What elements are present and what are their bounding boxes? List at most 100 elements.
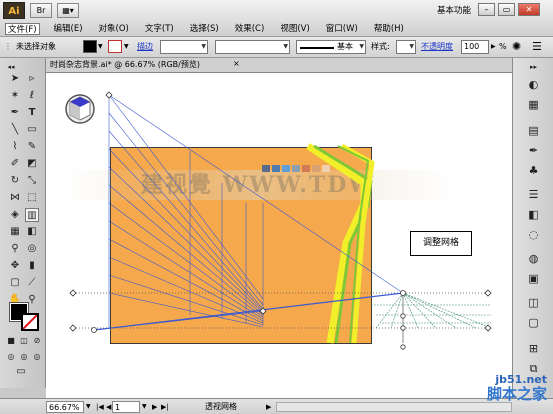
shape-builder-icon[interactable]: ◈ bbox=[8, 208, 22, 222]
bridge-button[interactable]: Br bbox=[30, 3, 52, 18]
menu-view[interactable]: 视图(V) bbox=[278, 23, 311, 35]
stroke-panel-icon[interactable]: ☰ bbox=[526, 188, 541, 202]
swatches-icon[interactable]: ▤ bbox=[526, 124, 541, 138]
zoom-field[interactable]: 66.67% bbox=[46, 401, 84, 413]
gradient-mode-icon[interactable]: ◫ bbox=[17, 334, 31, 348]
horizontal-scrollbar[interactable] bbox=[276, 402, 512, 412]
status-menu-icon[interactable]: ▶ bbox=[266, 401, 271, 413]
rectangle-icon[interactable]: ▭ bbox=[25, 123, 39, 137]
color-mode-icon[interactable]: ■ bbox=[4, 334, 18, 348]
screen-mode-icon[interactable]: ▭ bbox=[14, 365, 28, 379]
color-panel-icon[interactable]: ◐ bbox=[526, 78, 541, 92]
menu-effect[interactable]: 效果(C) bbox=[233, 23, 267, 35]
fill-dropdown-icon[interactable]: ▼ bbox=[98, 40, 103, 54]
width-icon[interactable]: ⋈ bbox=[8, 191, 22, 205]
menu-window[interactable]: 窗口(W) bbox=[324, 23, 360, 35]
blob-brush-icon[interactable]: ✐ bbox=[8, 157, 22, 171]
fill-swatch[interactable] bbox=[83, 40, 97, 53]
close-tab-icon[interactable]: × bbox=[233, 59, 240, 68]
recolor-artwork-icon[interactable]: ✺ bbox=[512, 40, 521, 54]
slice-icon[interactable]: ⟋ bbox=[25, 276, 39, 290]
pencil-icon[interactable]: ✎ bbox=[25, 140, 39, 154]
status-text: 透视网格 bbox=[205, 402, 237, 411]
color-chip bbox=[272, 165, 280, 172]
restore-button[interactable]: ▭ bbox=[498, 3, 515, 16]
align-icon[interactable]: ⊞ bbox=[526, 342, 541, 356]
artboard-number-field[interactable]: 1 bbox=[112, 401, 140, 413]
transparency-icon[interactable]: ◌ bbox=[526, 228, 541, 242]
menu-type[interactable]: 文字(T) bbox=[143, 23, 176, 35]
opacity-link[interactable]: 不透明度 bbox=[421, 40, 453, 54]
menu-edit[interactable]: 编辑(E) bbox=[52, 23, 85, 35]
status-bar: 66.67% ▼ |◀ ◀ 1 ▼ ▶ ▶| 透视网格 ▶ jb51.net 脚… bbox=[0, 374, 553, 414]
symbols-icon[interactable]: ♣ bbox=[526, 164, 541, 178]
color-guide-icon[interactable]: ▦ bbox=[526, 98, 541, 112]
expand-panels-icon[interactable]: ▸▸ bbox=[526, 60, 541, 74]
blend-icon[interactable]: ◎ bbox=[25, 242, 39, 256]
last-artboard-icon[interactable]: ▶| bbox=[161, 401, 169, 413]
paintbrush-icon[interactable]: ⌇ bbox=[8, 140, 22, 154]
layers-icon[interactable]: ◫ bbox=[526, 296, 541, 310]
menu-file[interactable]: 文件(F) bbox=[5, 23, 40, 35]
gradient-panel-icon[interactable]: ◧ bbox=[526, 208, 541, 222]
ground-line bbox=[93, 310, 264, 331]
line-icon[interactable]: ╲ bbox=[8, 123, 22, 137]
document-tab-bar: 时尚杂志背景.ai* @ 66.67% (RGB/预览) × bbox=[46, 58, 516, 73]
brush-definition-dropdown[interactable]: 基本 ▼ bbox=[296, 40, 366, 54]
right-grid-plane bbox=[371, 292, 492, 329]
variable-width-dropdown[interactable]: ▼ bbox=[215, 40, 290, 54]
column-graph-icon[interactable]: ▮ bbox=[25, 259, 39, 273]
direct-selection-icon[interactable]: ▹ bbox=[25, 72, 39, 86]
pen-icon[interactable]: ✒ bbox=[8, 106, 22, 120]
gradient-icon[interactable]: ◧ bbox=[25, 225, 39, 239]
stroke-color-box[interactable] bbox=[21, 313, 39, 331]
brush-stroke-preview bbox=[300, 47, 334, 49]
arrange-documents-button[interactable]: ▦▾ bbox=[57, 3, 79, 18]
eyedropper-icon[interactable]: ⚲ bbox=[8, 242, 22, 256]
menu-object[interactable]: 对象(O) bbox=[97, 23, 131, 35]
perspective-grid-icon[interactable]: ▥ bbox=[25, 208, 39, 222]
first-artboard-icon[interactable]: |◀ bbox=[96, 401, 104, 413]
artboard-icon[interactable]: ▢ bbox=[8, 276, 22, 290]
draw-inside-icon[interactable]: ◎ bbox=[30, 350, 44, 364]
symbol-sprayer-icon[interactable]: ✥ bbox=[8, 259, 22, 273]
stroke-dropdown-icon[interactable]: ▼ bbox=[124, 40, 129, 54]
document-tab[interactable]: 时尚杂志背景.ai* @ 66.67% (RGB/预览) bbox=[50, 59, 200, 71]
panel-menu-icon[interactable]: ☰ bbox=[532, 40, 542, 54]
type-icon[interactable]: T bbox=[25, 106, 39, 120]
scale-icon[interactable]: ⤡ bbox=[25, 174, 39, 188]
opacity-field[interactable]: 100 bbox=[461, 40, 489, 54]
workspace-switcher[interactable]: 基本功能 bbox=[437, 4, 471, 16]
rotate-icon[interactable]: ↻ bbox=[8, 174, 22, 188]
draw-normal-icon[interactable]: ◎ bbox=[4, 350, 18, 364]
free-transform-icon[interactable]: ⬚ bbox=[25, 191, 39, 205]
prev-artboard-icon[interactable]: ◀ bbox=[106, 401, 111, 413]
appearance-icon[interactable]: ◍ bbox=[526, 252, 541, 266]
none-mode-icon[interactable]: ⊘ bbox=[30, 334, 44, 348]
artboard-dropdown-icon[interactable]: ▼ bbox=[142, 401, 147, 413]
opacity-dropdown-icon[interactable]: ▶ bbox=[491, 40, 496, 54]
menu-select[interactable]: 选择(S) bbox=[188, 23, 221, 35]
canvas-area[interactable]: 建视覺 WWW.TDW 调整网格 bbox=[46, 73, 512, 398]
draw-behind-icon[interactable]: ◎ bbox=[17, 350, 31, 364]
lasso-icon[interactable]: ℓ bbox=[25, 89, 39, 103]
callout-box: 调整网格 bbox=[410, 231, 472, 256]
selection-tool-icon[interactable]: ➤ bbox=[8, 72, 22, 86]
eraser-icon[interactable]: ◩ bbox=[25, 157, 39, 171]
stroke-weight-field[interactable]: ▼ bbox=[160, 40, 208, 54]
menu-help[interactable]: 帮助(H) bbox=[372, 23, 406, 35]
stroke-swatch[interactable] bbox=[108, 40, 122, 53]
artboards-icon[interactable]: ▢ bbox=[526, 316, 541, 330]
stroke-link[interactable]: 描边 bbox=[137, 40, 153, 54]
next-artboard-icon[interactable]: ▶ bbox=[152, 401, 157, 413]
graphic-styles-icon[interactable]: ▣ bbox=[526, 272, 541, 286]
minimize-button[interactable]: – bbox=[478, 3, 495, 16]
magic-wand-icon[interactable]: ✶ bbox=[8, 89, 22, 103]
mesh-icon[interactable]: ▦ bbox=[8, 225, 22, 239]
close-button[interactable]: ✕ bbox=[518, 3, 540, 16]
brushes-icon[interactable]: ✒ bbox=[526, 144, 541, 158]
opacity-unit: % bbox=[499, 42, 507, 51]
credit-name: 脚本之家 bbox=[486, 385, 547, 403]
graphic-style-dropdown[interactable]: ▼ bbox=[396, 40, 416, 54]
zoom-dropdown-icon[interactable]: ▼ bbox=[86, 401, 91, 413]
